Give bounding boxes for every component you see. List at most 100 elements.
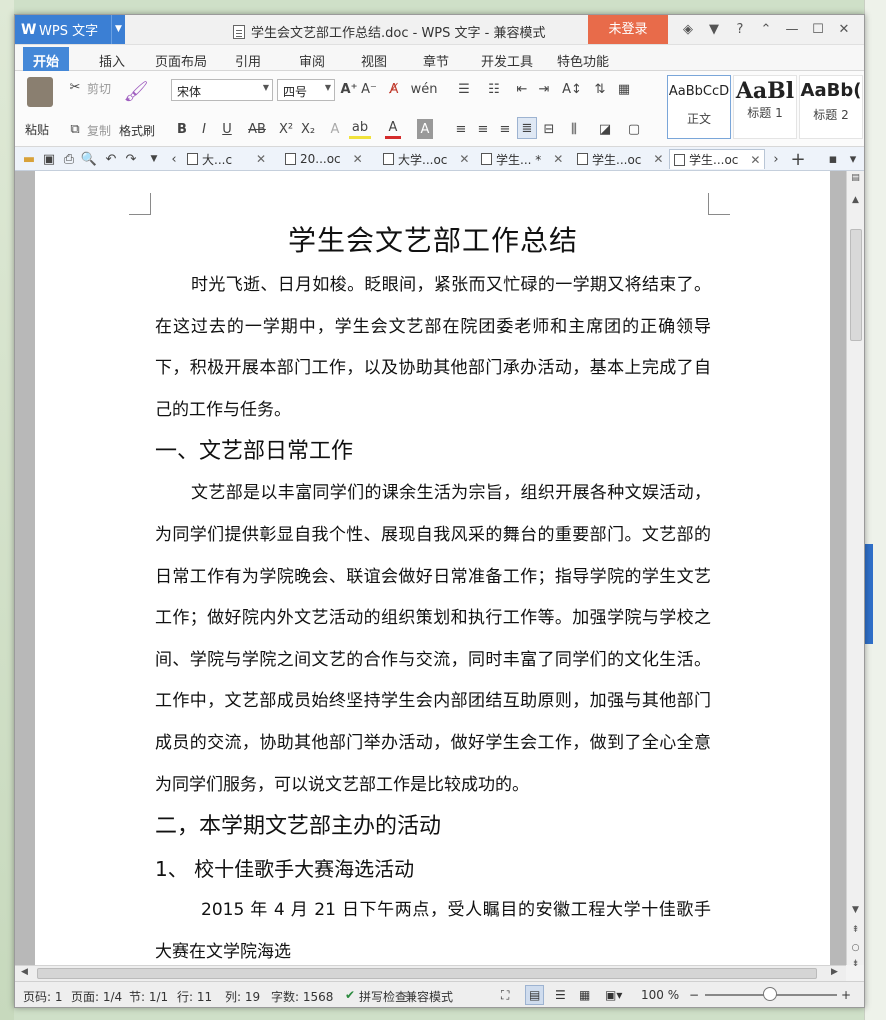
text-effect-icon[interactable]: A bbox=[327, 119, 343, 139]
open-folder-icon[interactable]: ▬ bbox=[21, 151, 37, 167]
quick-access-menu-icon[interactable]: ▼ bbox=[147, 151, 161, 167]
superscript-icon[interactable]: X² bbox=[277, 119, 295, 139]
shield-icon[interactable]: ◈ bbox=[675, 22, 701, 37]
strikethrough-icon[interactable]: AB bbox=[247, 119, 267, 139]
close-icon[interactable]: ✕ bbox=[353, 152, 363, 166]
zoom-in-icon[interactable]: + bbox=[841, 988, 851, 1002]
fullscreen-icon[interactable]: ⛶ bbox=[501, 988, 509, 1003]
zoom-slider-knob[interactable] bbox=[763, 987, 777, 1001]
new-tab-icon[interactable]: + bbox=[789, 149, 807, 170]
doc-tab[interactable]: 大学...oc ✕ bbox=[383, 149, 469, 169]
spell-check-icon[interactable]: ✔ bbox=[345, 988, 355, 1002]
format-painter-icon[interactable]: 🖌 bbox=[123, 79, 148, 103]
numbered-list-icon[interactable]: ☷ bbox=[483, 79, 505, 99]
doc-tab[interactable]: 大...c ✕ bbox=[187, 149, 266, 169]
style-normal[interactable]: AaBbCcD 正文 bbox=[667, 75, 731, 139]
scroll-down-icon[interactable]: ▼ bbox=[847, 905, 864, 915]
scroll-right-icon[interactable]: ▶ bbox=[831, 967, 838, 977]
login-button[interactable]: 未登录 bbox=[588, 15, 668, 44]
decrease-indent-icon[interactable]: ⇤ bbox=[513, 79, 531, 99]
tab-view[interactable]: 视图 bbox=[361, 51, 387, 70]
tab-review[interactable]: 审阅 bbox=[299, 51, 325, 70]
tab-scroll-right-icon[interactable]: › bbox=[769, 151, 783, 167]
zoom-out-icon[interactable]: − bbox=[689, 988, 699, 1002]
bold-icon[interactable]: B bbox=[175, 119, 189, 139]
save-icon[interactable]: ▣ bbox=[41, 151, 57, 167]
close-icon[interactable]: ✕ bbox=[459, 152, 469, 166]
status-section[interactable]: 节: 1/1 bbox=[129, 988, 168, 1005]
subscript-icon[interactable]: X₂ bbox=[299, 119, 317, 139]
doc-tab[interactable]: 学生... * ✕ bbox=[481, 149, 563, 169]
collapse-ribbon-icon[interactable]: ⌃ bbox=[753, 22, 779, 37]
tab-insert[interactable]: 插入 bbox=[99, 51, 125, 70]
close-icon[interactable]: ✕ bbox=[653, 152, 663, 166]
horizontal-scrollbar[interactable]: ◀ ▶ bbox=[15, 965, 846, 981]
align-left-icon[interactable]: ≡ bbox=[453, 119, 469, 139]
spell-check-button[interactable]: 拼写检查 bbox=[359, 988, 407, 1005]
zoom-level[interactable]: 100 % bbox=[641, 988, 679, 1002]
shrink-font-icon[interactable]: A⁻ bbox=[361, 79, 377, 99]
align-right-icon[interactable]: ≡ bbox=[497, 119, 513, 139]
line-spacing-icon[interactable]: A↕ bbox=[561, 79, 583, 99]
copy-button[interactable]: 复制 bbox=[87, 122, 111, 139]
skin-icon[interactable]: ▼ bbox=[701, 22, 727, 37]
next-page-icon[interactable]: ⇟ bbox=[847, 959, 864, 969]
align-center-icon[interactable]: ≡ bbox=[475, 119, 491, 139]
tab-page-layout[interactable]: 页面布局 bbox=[155, 51, 207, 70]
undo-icon[interactable]: ↶ bbox=[103, 151, 119, 167]
ruler-toggle-icon[interactable]: ▤ bbox=[847, 173, 864, 183]
grow-font-icon[interactable]: A⁺ bbox=[341, 79, 358, 99]
font-size-select[interactable]: 四号 ▼ bbox=[277, 79, 335, 101]
scrollbar-thumb[interactable] bbox=[850, 229, 862, 341]
doc-tab-active[interactable]: 学生...oc ✕ bbox=[669, 149, 766, 169]
status-pages[interactable]: 页面: 1/4 bbox=[71, 988, 122, 1005]
borders-icon[interactable]: ▢ bbox=[625, 119, 643, 139]
phonetic-guide-icon[interactable]: wén bbox=[411, 79, 438, 99]
justify-icon[interactable]: ≣ bbox=[517, 117, 537, 139]
italic-icon[interactable]: I bbox=[197, 119, 211, 139]
tab-developer[interactable]: 开发工具 bbox=[481, 51, 533, 70]
tab-special-features[interactable]: 特色功能 bbox=[557, 51, 609, 70]
column-icon[interactable]: ⫼ bbox=[565, 119, 583, 139]
page-view-icon[interactable]: ▤ bbox=[525, 985, 545, 1005]
format-painter-button[interactable]: 格式刷 bbox=[119, 122, 155, 139]
reading-view-icon[interactable]: ▣▾ bbox=[605, 988, 622, 1002]
chevron-down-icon[interactable]: ▼ bbox=[111, 15, 125, 44]
window-list-icon[interactable]: ▪ bbox=[825, 151, 841, 167]
highlight-icon[interactable]: ab bbox=[349, 119, 371, 139]
scroll-up-icon[interactable]: ▲ bbox=[847, 195, 864, 205]
close-icon[interactable]: ✕ bbox=[750, 153, 760, 167]
scissors-icon[interactable]: ✂ bbox=[67, 79, 83, 95]
tab-references[interactable]: 引用 bbox=[235, 51, 261, 70]
previous-page-icon[interactable]: ⇞ bbox=[847, 925, 864, 935]
doc-tab[interactable]: 学生...oc ✕ bbox=[577, 149, 663, 169]
document-area[interactable]: 学生会文艺部工作总结 时光飞逝、日月如梭。眨眼间，紧张而又忙碌的一学期又将结束了… bbox=[15, 171, 864, 965]
minimize-icon[interactable]: — bbox=[779, 22, 805, 37]
paste-icon[interactable] bbox=[27, 77, 53, 107]
tab-scroll-left-icon[interactable]: ‹ bbox=[167, 151, 181, 167]
close-icon[interactable]: ✕ bbox=[256, 152, 266, 166]
print-icon[interactable]: ⎙ bbox=[61, 151, 77, 167]
table-grid-icon[interactable]: ▦ bbox=[615, 79, 633, 99]
increase-indent-icon[interactable]: ⇥ bbox=[535, 79, 553, 99]
browse-object-icon[interactable]: ○ bbox=[847, 943, 864, 953]
document-page[interactable]: 学生会文艺部工作总结 时光飞逝、日月如梭。眨眼间，紧张而又忙碌的一学期又将结束了… bbox=[35, 171, 830, 965]
outline-view-icon[interactable]: ☰ bbox=[555, 988, 566, 1002]
maximize-icon[interactable]: ☐ bbox=[805, 22, 831, 37]
status-word-count[interactable]: 字数: 1568 bbox=[271, 988, 333, 1005]
close-icon[interactable]: ✕ bbox=[553, 152, 563, 166]
help-icon[interactable]: ? bbox=[727, 22, 753, 37]
redo-icon[interactable]: ↷ bbox=[123, 151, 139, 167]
tab-chapter[interactable]: 章节 bbox=[423, 51, 449, 70]
sort-icon[interactable]: ⇅ bbox=[591, 79, 609, 99]
web-view-icon[interactable]: ▦ bbox=[579, 988, 590, 1002]
print-preview-icon[interactable]: 🔍 bbox=[81, 151, 97, 167]
status-page-number[interactable]: 页码: 1 bbox=[23, 988, 63, 1005]
copy-icon[interactable]: ⧉ bbox=[67, 121, 83, 137]
scroll-left-icon[interactable]: ◀ bbox=[21, 967, 28, 977]
fill-color-icon[interactable]: ◪ bbox=[595, 119, 615, 139]
wps-app-button[interactable]: W WPS 文字 ▼ bbox=[15, 15, 125, 44]
style-heading-1[interactable]: AaBl 标题 1 bbox=[733, 75, 797, 139]
style-heading-2[interactable]: AaBb( 标题 2 bbox=[799, 75, 863, 139]
distributed-align-icon[interactable]: ⊟ bbox=[541, 119, 557, 139]
